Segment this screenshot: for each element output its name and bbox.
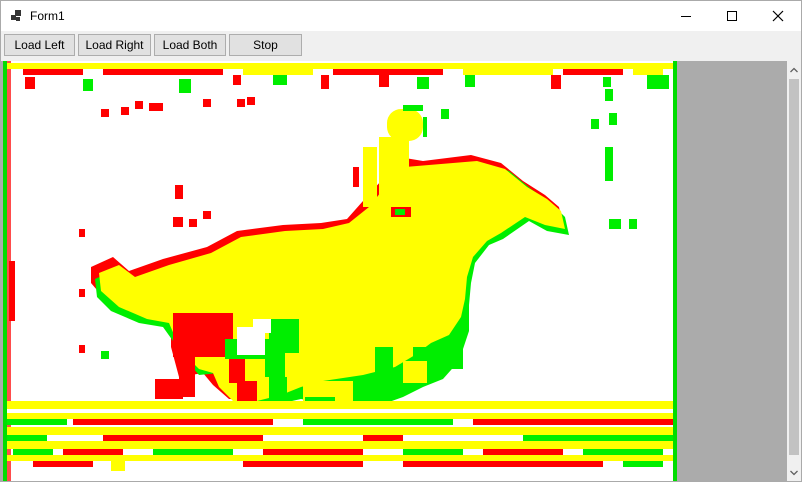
title-bar[interactable]: Form1 (1, 1, 801, 31)
load-right-button[interactable]: Load Right (78, 34, 151, 56)
chevron-down-icon (790, 470, 798, 475)
image-viewport (1, 61, 787, 481)
scroll-thumb[interactable] (789, 79, 799, 455)
window-title: Form1 (30, 9, 65, 23)
scroll-down-button[interactable] (787, 464, 801, 481)
stop-button[interactable]: Stop (229, 34, 302, 56)
minimize-button[interactable] (663, 1, 709, 31)
load-both-button[interactable]: Load Both (154, 34, 226, 56)
form1-window: Form1 Load Left Load Right Load Both Sto… (0, 0, 802, 482)
app-icon (11, 10, 21, 21)
scroll-up-button[interactable] (787, 61, 801, 78)
close-button[interactable] (755, 1, 801, 31)
vertical-scrollbar[interactable] (787, 61, 801, 481)
chevron-up-icon (790, 67, 798, 72)
load-left-button[interactable]: Load Left (4, 34, 75, 56)
minimize-icon (681, 16, 691, 17)
toolbar: Load Left Load Right Load Both Stop (1, 32, 801, 58)
close-icon (772, 10, 784, 22)
maximize-button[interactable] (709, 1, 755, 31)
maximize-icon (727, 11, 737, 21)
diff-image (3, 61, 677, 481)
